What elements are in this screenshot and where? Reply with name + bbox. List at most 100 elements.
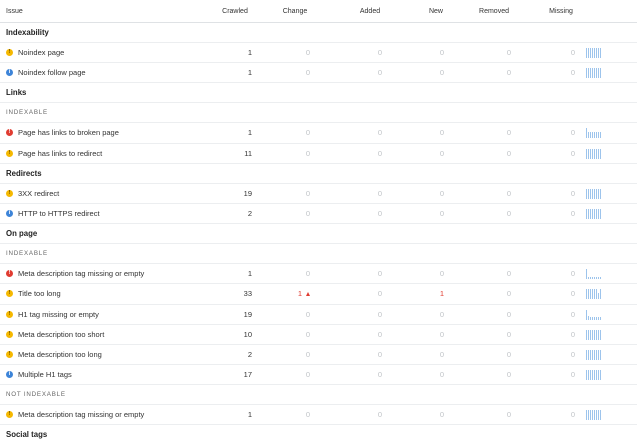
- added-value: 0: [377, 329, 382, 339]
- sparkline-bar: [598, 293, 599, 300]
- trend-sparkline[interactable]: [586, 144, 604, 163]
- removed-cell: 0: [460, 305, 511, 324]
- crawled-cell[interactable]: 19: [200, 184, 252, 203]
- trend-sparkline[interactable]: [586, 123, 604, 142]
- issue-name[interactable]: Title too long: [18, 289, 61, 298]
- crawled-cell[interactable]: 2: [200, 345, 252, 364]
- trend-sparkline[interactable]: [586, 405, 604, 424]
- table-row[interactable]: Noindex follow page 1 0 0 0 0 0: [0, 63, 637, 84]
- sparkline-bar: [590, 48, 591, 59]
- sparkline-bars: [586, 329, 601, 340]
- col-new-header[interactable]: New: [411, 0, 461, 22]
- new-value: 0: [439, 370, 444, 380]
- table-row[interactable]: Noindex page 1 0 0 0 0 0: [0, 43, 637, 64]
- missing-cell: 0: [522, 184, 575, 203]
- crawled-cell[interactable]: 10: [200, 325, 252, 344]
- col-change-header[interactable]: Change: [270, 0, 320, 22]
- trend-sparkline[interactable]: [586, 305, 604, 324]
- added-value: 0: [377, 370, 382, 380]
- crawled-cell[interactable]: 1: [200, 123, 252, 142]
- change-value: 0: [305, 68, 310, 78]
- removed-cell: 0: [460, 264, 511, 283]
- new-value: 0: [439, 128, 444, 138]
- removed-cell: 0: [460, 63, 511, 82]
- removed-value: 0: [506, 269, 511, 279]
- warning-icon: [6, 49, 13, 57]
- sparkline-bar: [596, 289, 597, 300]
- table-row[interactable]: Meta description too short 10 0 0 0 0 0: [0, 325, 637, 345]
- sparkline-bar: [586, 209, 587, 220]
- issue-name[interactable]: Noindex page: [18, 48, 64, 57]
- sparkline-bar: [592, 48, 593, 59]
- sparkline-bar: [588, 68, 589, 79]
- trend-sparkline[interactable]: [586, 365, 604, 384]
- crawled-cell[interactable]: 2: [200, 204, 252, 223]
- table-row[interactable]: Title too long 33 1 0 1 0 0: [0, 284, 637, 305]
- crawled-cell[interactable]: 1: [200, 63, 252, 82]
- table-header: Issue Crawled Change Added New Removed M…: [0, 0, 637, 23]
- table-row[interactable]: Page has links to redirect 11 0 0 0 0 0: [0, 144, 637, 164]
- crawled-cell[interactable]: 1: [200, 43, 252, 62]
- trend-sparkline[interactable]: [586, 264, 604, 283]
- issue-name[interactable]: Page has links to broken page: [18, 128, 119, 137]
- col-removed-header[interactable]: Removed: [469, 0, 519, 22]
- col-missing-header[interactable]: Missing: [536, 0, 586, 22]
- sparkline-bar: [594, 68, 595, 79]
- change-value: 0: [305, 48, 310, 58]
- trend-sparkline[interactable]: [586, 184, 604, 203]
- sparkline-bar: [588, 315, 589, 320]
- issue-name[interactable]: Page has links to redirect: [18, 149, 102, 158]
- added-cell: 0: [330, 184, 382, 203]
- trend-sparkline[interactable]: [586, 325, 604, 344]
- issue-name[interactable]: Noindex follow page: [18, 68, 86, 77]
- issue-name[interactable]: H1 tag missing or empty: [18, 310, 99, 319]
- crawled-cell[interactable]: 1: [200, 264, 252, 283]
- warning-icon: [6, 411, 13, 419]
- issue-name[interactable]: Meta description tag missing or empty: [18, 269, 144, 278]
- new-cell: 0: [395, 405, 444, 424]
- crawled-cell[interactable]: 1: [200, 405, 252, 424]
- removed-value: 0: [506, 48, 511, 58]
- col-issue-header[interactable]: Issue: [6, 0, 236, 22]
- col-crawled-header[interactable]: Crawled: [210, 0, 260, 22]
- trend-sparkline[interactable]: [586, 345, 604, 364]
- warning-icon: [6, 149, 13, 157]
- trend-sparkline[interactable]: [586, 43, 604, 62]
- table-row[interactable]: Meta description tag missing or empty 1 0 0…: [0, 405, 637, 426]
- issue-name[interactable]: Meta description tag missing or empty: [18, 410, 144, 419]
- trend-up-icon: [306, 291, 310, 296]
- trend-sparkline[interactable]: [586, 63, 604, 82]
- crawled-cell[interactable]: 17: [200, 365, 252, 384]
- sparkline-bar: [586, 289, 587, 300]
- issue-name[interactable]: Meta description too long: [18, 350, 102, 359]
- issue-name[interactable]: 3XX redirect: [18, 189, 59, 198]
- issue-name[interactable]: HTTP to HTTPS redirect: [18, 209, 100, 218]
- change-cell: 0: [262, 325, 310, 344]
- sparkline-bar: [590, 188, 591, 199]
- crawled-cell[interactable]: 11: [200, 144, 252, 163]
- subgroup-header: NOT INDEXABLE: [0, 385, 637, 406]
- table-row[interactable]: HTTP to HTTPS redirect 2 0 0 0 0 0: [0, 204, 637, 225]
- sparkline-bar: [598, 277, 599, 280]
- added-value: 0: [377, 410, 382, 420]
- table-row[interactable]: Meta description too long 2 0 0 0 0 0: [0, 345, 637, 366]
- trend-sparkline[interactable]: [586, 284, 604, 303]
- missing-cell: 0: [522, 345, 575, 364]
- crawled-value: 10: [243, 329, 252, 339]
- col-added-header[interactable]: Added: [345, 0, 395, 22]
- sparkline-bar: [586, 48, 587, 59]
- table-row[interactable]: Multiple H1 tags 17 0 0 0 0 0: [0, 365, 637, 386]
- table-row[interactable]: Page has links to broken page 1 0 0 0 0 0: [0, 123, 637, 144]
- table-row[interactable]: Meta description tag missing or empty 1 0 0…: [0, 264, 637, 285]
- trend-sparkline[interactable]: [586, 204, 604, 223]
- crawled-cell[interactable]: 33: [200, 284, 252, 303]
- crawled-cell[interactable]: 19: [200, 305, 252, 324]
- sparkline-bar: [590, 132, 591, 139]
- removed-cell: 0: [460, 284, 511, 303]
- issue-name[interactable]: Meta description too short: [18, 330, 104, 339]
- subgroup-header: INDEXABLE: [0, 103, 637, 124]
- table-row[interactable]: H1 tag missing or empty 19 0 0 0 0 0: [0, 305, 637, 325]
- table-row[interactable]: 3XX redirect 19 0 0 0 0 0: [0, 184, 637, 204]
- issue-name[interactable]: Multiple H1 tags: [18, 370, 72, 379]
- removed-cell: 0: [460, 405, 511, 424]
